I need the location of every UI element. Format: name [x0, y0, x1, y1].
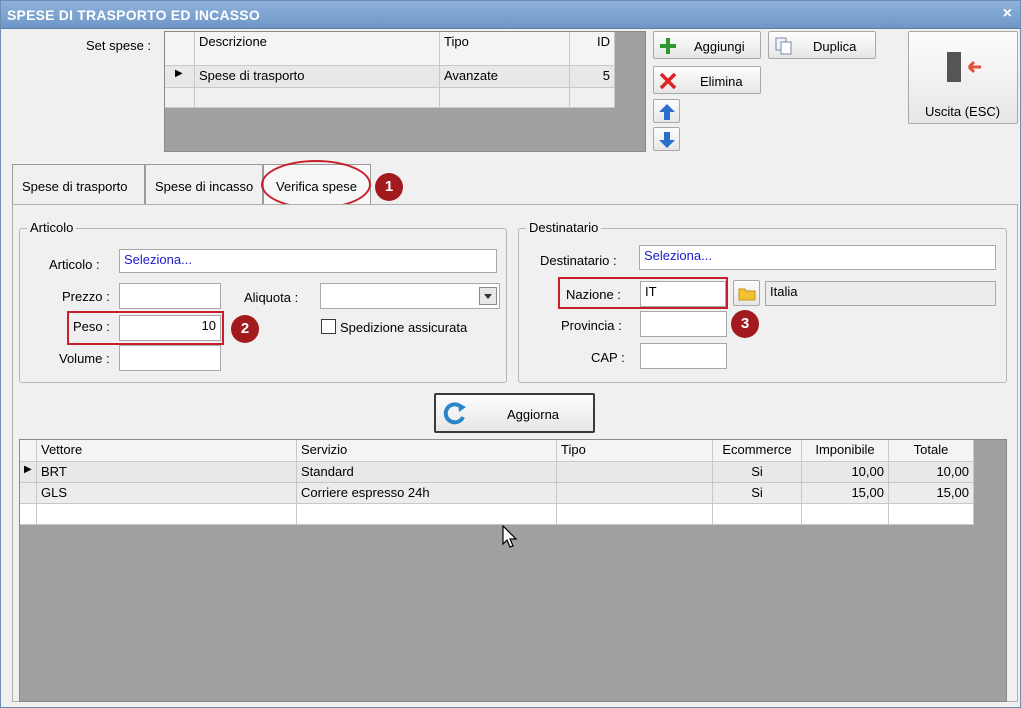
destinatario-field[interactable]: Seleziona...: [639, 245, 996, 270]
aggiorna-button[interactable]: Aggiorna: [434, 393, 595, 433]
window-title: SPESE DI TRASPORTO ED INCASSO: [7, 7, 260, 23]
articolo-legend: Articolo: [27, 220, 77, 235]
step-badge: 2: [231, 315, 259, 343]
arrow-up-icon: [659, 104, 675, 120]
duplicate-icon: [775, 37, 792, 55]
provincia-label: Provincia :: [561, 318, 622, 333]
spedizione-label: Spedizione assicurata: [340, 320, 468, 335]
cell-servizio: Standard: [297, 462, 557, 483]
refresh-icon: [443, 402, 466, 425]
set-spese-label: Set spese :: [86, 38, 152, 53]
column-header[interactable]: ID: [570, 32, 615, 66]
prezzo-label: Prezzo :: [62, 289, 110, 304]
aliquota-select[interactable]: [320, 283, 500, 309]
dropdown-arrow-icon[interactable]: [479, 287, 497, 305]
column-header[interactable]: Vettore: [37, 440, 297, 462]
cap-label: CAP :: [591, 350, 625, 365]
row-pointer-icon: ▶: [20, 462, 37, 483]
table-row[interactable]: ▶ Spese di trasporto Avanzate 5: [165, 66, 615, 88]
destinatario-legend: Destinatario: [526, 220, 602, 235]
cell-ecommerce: Si: [713, 483, 802, 504]
column-header[interactable]: Ecommerce: [713, 440, 802, 462]
table-row[interactable]: ▶ BRT Standard Si 10,00 10,00: [20, 462, 974, 483]
elimina-label: Elimina: [700, 74, 743, 89]
uscita-button[interactable]: Uscita (ESC): [908, 31, 1018, 124]
highlight-box: [67, 311, 224, 345]
cell-imponibile: 10,00: [802, 462, 889, 483]
grid-header: Descrizione Tipo ID: [165, 32, 615, 66]
cell-totale: 10,00: [889, 462, 974, 483]
table-row-new[interactable]: [165, 88, 615, 108]
cell-imponibile: 15,00: [802, 483, 889, 504]
move-down-button[interactable]: [653, 127, 680, 151]
cell-descrizione: Spese di trasporto: [195, 66, 440, 88]
nazione-lookup-button[interactable]: [733, 280, 760, 306]
provincia-field[interactable]: [640, 311, 727, 337]
aggiorna-label: Aggiorna: [507, 407, 560, 422]
cell-servizio: Corriere espresso 24h: [297, 483, 557, 504]
row-pointer-icon: ▶: [165, 66, 195, 88]
delete-x-icon: [659, 72, 677, 90]
table-row-new[interactable]: [20, 504, 974, 525]
column-header[interactable]: Servizio: [297, 440, 557, 462]
grid-header: Vettore Servizio Tipo Ecommerce Imponibi…: [20, 440, 974, 462]
volume-label: Volume :: [59, 351, 110, 366]
cell-tipo: [557, 483, 713, 504]
aggiungi-label: Aggiungi: [694, 39, 745, 54]
destinatario-label: Destinatario :: [540, 253, 617, 268]
cell-tipo: [557, 462, 713, 483]
results-grid[interactable]: Vettore Servizio Tipo Ecommerce Imponibi…: [19, 439, 1007, 702]
plus-icon: [660, 38, 676, 54]
cell-ecommerce: Si: [713, 462, 802, 483]
tab-label: Spese di incasso: [155, 179, 254, 194]
step-badge: 1: [375, 173, 403, 201]
tab-spese-trasporto[interactable]: Spese di trasporto: [12, 164, 145, 204]
exit-door-icon: [947, 52, 981, 82]
close-icon[interactable]: ×: [1003, 5, 1012, 23]
cap-field[interactable]: [640, 343, 727, 369]
column-header[interactable]: Totale: [889, 440, 974, 462]
nazione-name-display: Italia: [765, 281, 996, 306]
move-up-button[interactable]: [653, 99, 680, 123]
cell-tipo: Avanzate: [440, 66, 570, 88]
column-header[interactable]: Tipo: [440, 32, 570, 66]
step-badge: 3: [731, 310, 759, 338]
duplica-button[interactable]: Duplica: [768, 31, 876, 59]
aggiungi-button[interactable]: Aggiungi: [653, 31, 761, 59]
prezzo-field[interactable]: [119, 283, 221, 309]
folder-icon: [738, 288, 756, 301]
set-spese-grid[interactable]: Descrizione Tipo ID ▶ Spese di trasporto…: [164, 31, 646, 152]
spedizione-checkbox[interactable]: [321, 319, 336, 334]
articolo-field[interactable]: Seleziona...: [119, 249, 497, 273]
cell-id: 5: [570, 66, 615, 88]
mouse-cursor-icon: [502, 525, 518, 548]
highlight-ellipse: [261, 160, 371, 209]
cell-vettore: BRT: [37, 462, 297, 483]
duplica-label: Duplica: [813, 39, 857, 54]
column-header[interactable]: Descrizione: [195, 32, 440, 66]
dialog-window: SPESE DI TRASPORTO ED INCASSO × Set spes…: [0, 0, 1021, 708]
tab-spese-incasso[interactable]: Spese di incasso: [145, 164, 263, 204]
highlight-box: [558, 277, 728, 309]
column-header[interactable]: Imponibile: [802, 440, 889, 462]
tab-label: Spese di trasporto: [22, 179, 128, 194]
table-row[interactable]: GLS Corriere espresso 24h Si 15,00 15,00: [20, 483, 974, 504]
cell-totale: 15,00: [889, 483, 974, 504]
aliquota-label: Aliquota :: [244, 290, 299, 305]
cell-vettore: GLS: [37, 483, 297, 504]
uscita-label: Uscita (ESC): [925, 104, 1001, 119]
column-header[interactable]: Tipo: [557, 440, 713, 462]
volume-field[interactable]: [119, 345, 221, 371]
arrow-down-icon: [659, 132, 675, 148]
elimina-button[interactable]: Elimina: [653, 66, 761, 94]
title-bar: SPESE DI TRASPORTO ED INCASSO ×: [1, 1, 1020, 29]
articolo-label: Articolo :: [49, 257, 100, 272]
